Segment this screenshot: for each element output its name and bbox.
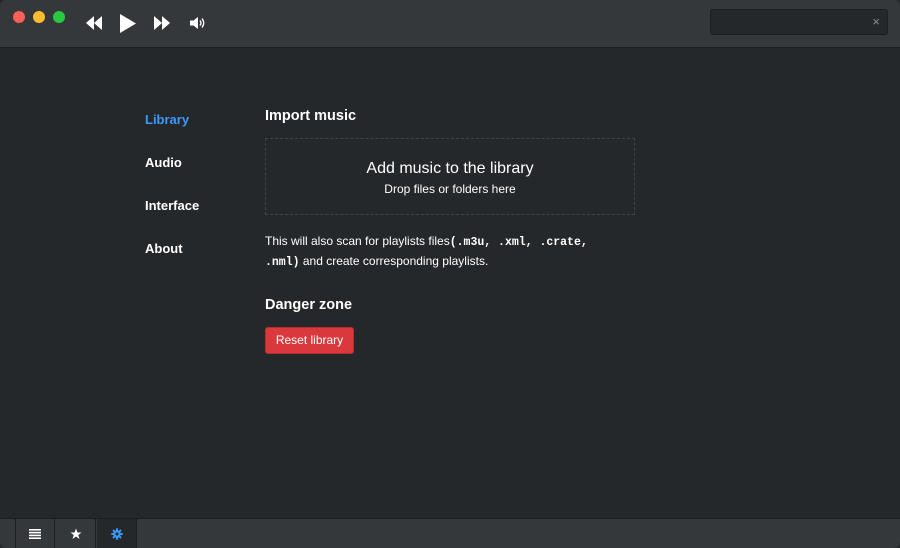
note-formats-2: .nml): [265, 256, 300, 269]
previous-button[interactable]: [85, 12, 103, 34]
volume-icon: [189, 17, 204, 29]
nav-item-library[interactable]: Library: [145, 112, 189, 127]
view-tab-bar: [0, 518, 900, 548]
import-music-heading: Import music: [265, 108, 357, 124]
star-icon: [70, 528, 81, 539]
app-window: × Library Audio Interface About Import m…: [0, 0, 900, 548]
gear-icon: [110, 528, 123, 540]
dropzone-subtitle: Drop files or folders here: [384, 182, 516, 196]
playlist-scan-note: This will also scan for playlists files(…: [265, 232, 645, 272]
titlebar: ×: [0, 0, 900, 48]
search-box[interactable]: ×: [710, 9, 888, 35]
music-dropzone[interactable]: Add music to the library Drop files or f…: [265, 138, 635, 215]
window-maximize-button[interactable]: [53, 11, 65, 23]
danger-zone-heading: Danger zone: [265, 297, 353, 313]
nav-item-about[interactable]: About: [145, 241, 183, 256]
play-button[interactable]: [118, 12, 136, 34]
volume-button[interactable]: [189, 12, 207, 34]
nav-item-audio[interactable]: Audio: [145, 155, 182, 170]
note-suffix: and create corresponding playlists.: [299, 254, 489, 268]
note-prefix: This will also scan for playlists files: [265, 234, 450, 248]
window-close-button[interactable]: [13, 11, 25, 23]
clear-search-icon[interactable]: ×: [872, 14, 880, 30]
play-icon: [119, 13, 136, 33]
next-icon: [154, 16, 170, 30]
tab-playlists[interactable]: [56, 519, 96, 548]
tab-library-list[interactable]: [15, 519, 55, 548]
previous-icon: [86, 16, 102, 30]
next-button[interactable]: [153, 12, 171, 34]
dropzone-title: Add music to the library: [366, 160, 534, 177]
reset-library-button[interactable]: Reset library: [265, 327, 354, 354]
list-icon: [29, 529, 41, 539]
window-minimize-button[interactable]: [33, 11, 45, 23]
nav-item-interface[interactable]: Interface: [145, 198, 199, 213]
note-formats-1: (.m3u, .xml, .crate,: [449, 236, 588, 249]
tab-settings[interactable]: [97, 519, 137, 548]
search-input[interactable]: [717, 13, 871, 33]
